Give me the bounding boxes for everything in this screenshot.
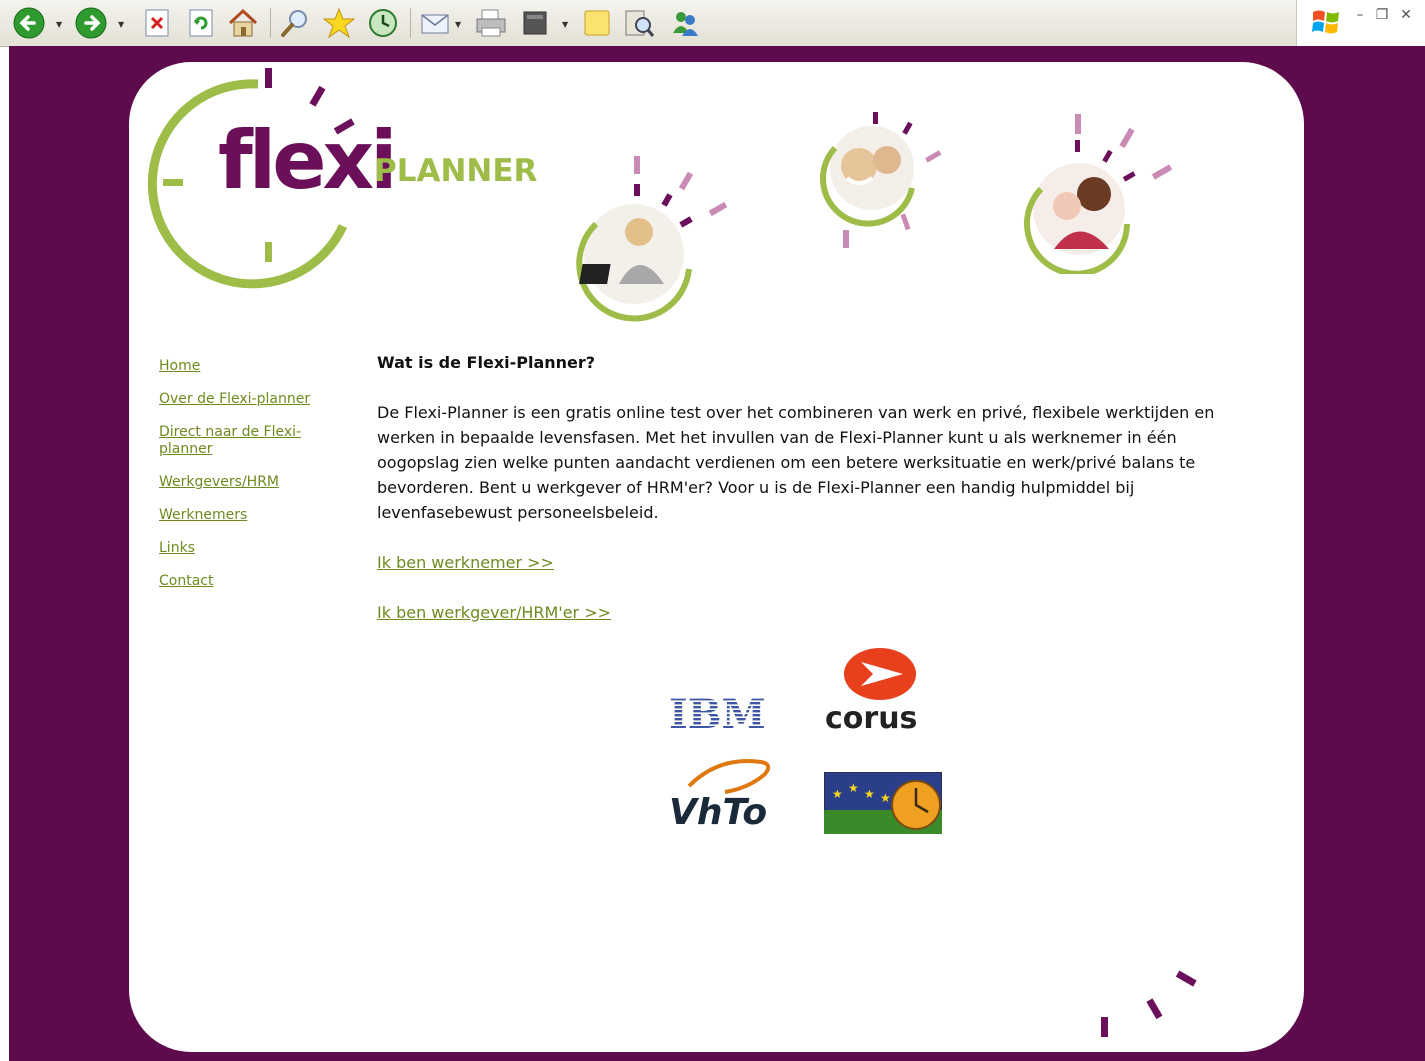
window-controls: – ❐ ✕ [1296,0,1425,46]
notes-icon[interactable] [580,6,614,40]
flexiplanner-logo[interactable]: flexi PLANNER [143,66,563,296]
restore-icon[interactable]: ❐ [1373,6,1391,24]
ibm-logo[interactable]: IBM [669,690,779,738]
messenger-icon[interactable] [668,6,702,40]
main-content: Wat is de Flexi-Planner? De Flexi-Planne… [377,352,1227,650]
nav-contact[interactable]: Contact [159,573,344,590]
nav-werknemers[interactable]: Werknemers [159,507,344,524]
photo-mother-child [1019,114,1189,277]
employee-link[interactable]: Ik ben werknemer >> [377,550,1227,575]
decorative-ticks-icon [1101,970,1197,1037]
research-icon[interactable] [622,6,656,40]
corus-logo-text: corus [825,701,917,736]
edit-icon[interactable] [518,6,552,40]
vhto-logo-text: VhTo [669,792,767,832]
eu-clock-logo[interactable]: ★ ★ ★ ★ [823,771,943,835]
nav-over[interactable]: Over de Flexi-planner [159,391,344,408]
minimize-icon[interactable]: – [1351,6,1369,24]
mail-dropdown-icon[interactable]: ▼ [455,20,463,29]
home-icon[interactable] [226,6,260,40]
svg-text:★: ★ [880,791,891,805]
windows-logo-icon [1312,10,1339,34]
history-icon[interactable] [366,6,400,40]
back-icon[interactable] [12,6,46,40]
search-icon[interactable] [278,6,312,40]
close-icon[interactable]: ✕ [1397,6,1415,24]
back-dropdown-icon[interactable]: ▼ [56,20,64,29]
forward-dropdown-icon[interactable]: ▼ [118,20,126,29]
main-nav: Home Over de Flexi-planner Direct naar d… [159,358,344,606]
brand-planner-text: PLANNER [374,153,538,189]
corus-logo[interactable]: corus [823,648,943,738]
edit-dropdown-icon[interactable]: ▼ [562,20,570,29]
content-card: flexi PLANNER Home Over de Flexi-planner… [129,62,1304,1052]
vhto-logo[interactable]: VhTo [669,756,779,833]
page-background: flexi PLANNER Home Over de Flexi-planner… [9,46,1425,1061]
browser-toolbar: ▼ ▼ ▼ ▼ – ❐ ✕ [0,0,1425,47]
svg-text:★: ★ [848,781,859,795]
employer-link[interactable]: Ik ben werkgever/HRM'er >> [377,600,1227,625]
nav-links[interactable]: Links [159,540,344,557]
nav-werkgevers[interactable]: Werkgevers/HRM [159,474,344,491]
refresh-icon[interactable] [184,6,218,40]
ibm-logo-text: IBM [669,691,766,734]
page-title: Wat is de Flexi-Planner? [377,353,596,372]
mail-icon[interactable] [418,6,452,40]
nav-direct[interactable]: Direct naar de Flexi-planner [159,424,344,458]
svg-text:★: ★ [864,787,875,801]
svg-text:★: ★ [832,787,843,801]
nav-home[interactable]: Home [159,358,344,375]
favorites-icon[interactable] [322,6,356,40]
intro-paragraph: De Flexi-Planner is een gratis online te… [377,403,1215,522]
brand-flexi-text: flexi [218,114,398,207]
print-icon[interactable] [474,6,508,40]
stop-icon[interactable] [140,6,174,40]
forward-icon[interactable] [74,6,108,40]
photo-grandfather-child [817,108,957,258]
photo-woman-laptop [569,154,739,324]
